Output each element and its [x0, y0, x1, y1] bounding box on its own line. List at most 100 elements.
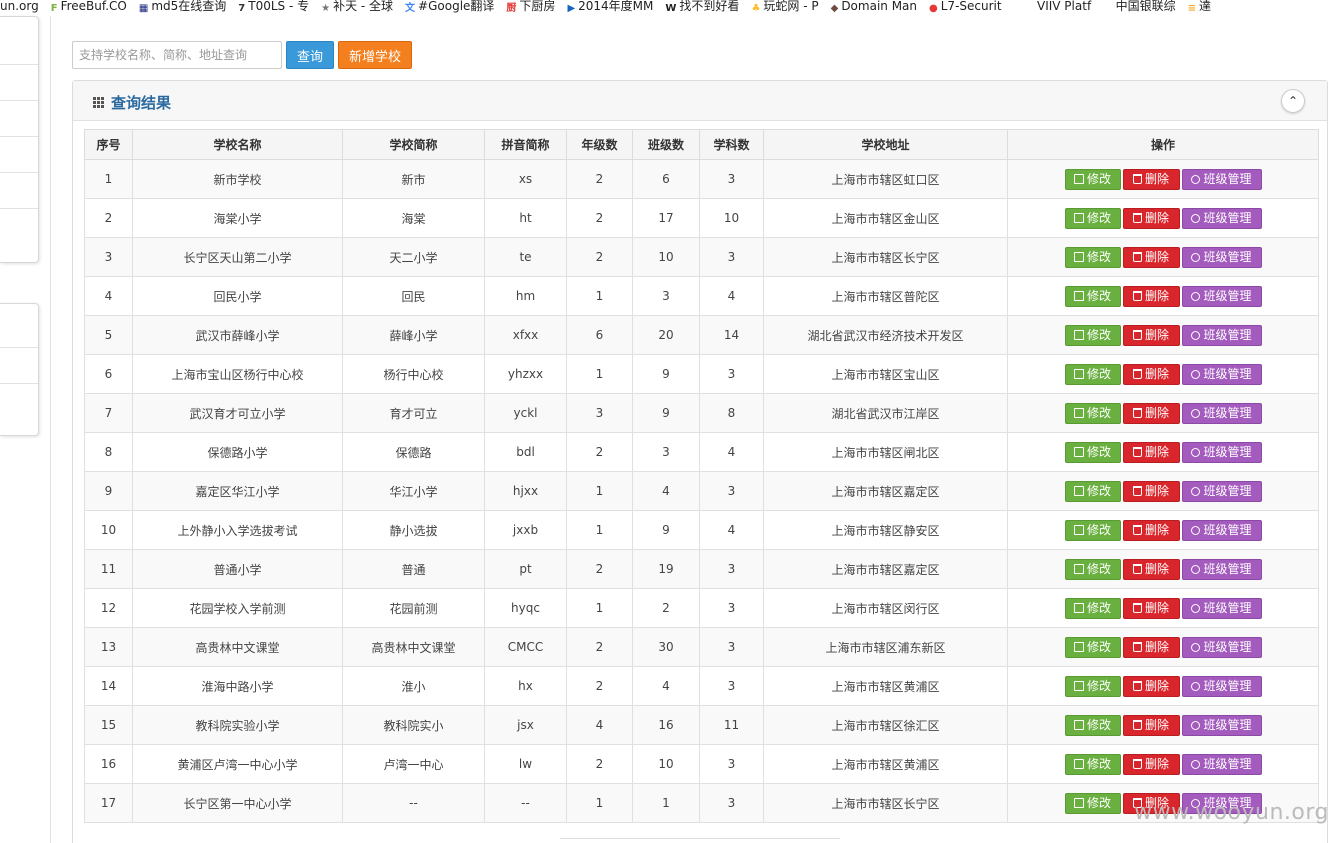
class-manage-button[interactable]: 班级管理	[1181, 714, 1262, 736]
class-manage-button-label: 班级管理	[1203, 249, 1252, 264]
bookmark-label: 2014年度MM	[578, 0, 654, 13]
edit-button[interactable]: 修改	[1064, 246, 1121, 268]
search-icon	[1191, 759, 1201, 769]
edit-button[interactable]: 修改	[1064, 441, 1121, 463]
edit-button[interactable]: 修改	[1064, 792, 1121, 814]
class-count: 3	[632, 432, 700, 472]
class-manage-button[interactable]: 班级管理	[1181, 324, 1262, 346]
delete-button[interactable]: 删除	[1122, 675, 1180, 697]
delete-button[interactable]: 删除	[1122, 597, 1180, 619]
table-row: 6 上海市宝山区杨行中心校 杨行中心校 yhzxx 1 9 3 上海市市辖区宝山区 修改 删除 班级…	[84, 354, 1319, 394]
edit-button[interactable]: 修改	[1064, 480, 1121, 502]
bookmark-item[interactable]: ≡ 達	[1188, 0, 1211, 15]
edit-icon	[1073, 173, 1084, 184]
class-manage-button[interactable]: 班级管理	[1181, 285, 1262, 307]
class-manage-button[interactable]: 班级管理	[1181, 480, 1262, 502]
delete-button[interactable]: 删除	[1122, 285, 1180, 307]
edit-button[interactable]: 修改	[1064, 207, 1121, 229]
table-row: 14 淮海中路小学 淮小 hx 2 4 3 上海市市辖区黄浦区 修改 删除 班级管理	[84, 666, 1319, 706]
bookmark-item[interactable]: W 找不到好看	[665, 0, 739, 15]
delete-button[interactable]: 删除	[1122, 324, 1180, 346]
class-count: 1	[632, 783, 700, 823]
delete-button[interactable]: 删除	[1122, 753, 1180, 775]
bookmark-icon: F	[50, 3, 58, 14]
school-address: 上海市市辖区徐汇区	[763, 705, 1008, 745]
bookmark-item[interactable]: ▦ md5在线查询	[139, 0, 226, 15]
delete-button[interactable]: 删除	[1122, 441, 1180, 463]
delete-button[interactable]: 删除	[1122, 402, 1180, 424]
school-short-name: 卢湾一中心	[342, 744, 485, 784]
edit-button[interactable]: 修改	[1064, 675, 1121, 697]
delete-button[interactable]: 删除	[1122, 636, 1180, 658]
delete-button[interactable]: 删除	[1122, 480, 1180, 502]
bookmark-item[interactable]: ● L7-Securit	[929, 0, 1002, 15]
bookmark-item[interactable]: ▶ 2014年度MM	[567, 0, 653, 15]
class-manage-button-label: 班级管理	[1203, 405, 1252, 420]
class-manage-button[interactable]: 班级管理	[1181, 402, 1262, 424]
trash-icon	[1132, 290, 1142, 301]
bookmark-item[interactable]: F FreeBuf.CO	[51, 0, 127, 15]
edit-button[interactable]: 修改	[1064, 558, 1121, 580]
edit-button[interactable]: 修改	[1064, 597, 1121, 619]
class-manage-button[interactable]: 班级管理	[1181, 558, 1262, 580]
delete-button[interactable]: 删除	[1122, 558, 1180, 580]
add-school-button[interactable]: 新增学校	[338, 41, 412, 69]
class-manage-button[interactable]: 班级管理	[1181, 675, 1262, 697]
bookmark-item[interactable]: 文 #Google翻译	[405, 0, 494, 15]
school-name: 新市学校	[132, 159, 343, 199]
pinyin-abbr: hjxx	[484, 471, 567, 511]
row-index: 12	[84, 588, 133, 628]
edit-button[interactable]: 修改	[1064, 285, 1121, 307]
bookmark-item[interactable]: </> VIIV Platf	[1014, 0, 1092, 15]
delete-button[interactable]: 删除	[1122, 168, 1180, 190]
school-name: 长宁区天山第二小学	[132, 237, 343, 277]
bookmark-icon: ▶	[567, 3, 576, 14]
delete-button[interactable]: 删除	[1122, 363, 1180, 385]
subject-count: 11	[699, 705, 764, 745]
class-count: 16	[632, 705, 700, 745]
bookmark-item[interactable]: 厨下厨房	[506, 0, 555, 15]
class-manage-button-label: 班级管理	[1203, 327, 1252, 342]
pinyin-abbr: lw	[484, 744, 567, 784]
class-manage-button[interactable]: 班级管理	[1181, 597, 1262, 619]
edit-button[interactable]: 修改	[1064, 636, 1121, 658]
class-manage-button[interactable]: 班级管理	[1181, 519, 1262, 541]
bookmark-item[interactable]: ★ 补天 - 全球	[321, 0, 393, 15]
class-manage-button-label: 班级管理	[1203, 561, 1252, 576]
chevron-up-icon[interactable]: ⌃	[1281, 89, 1305, 113]
class-manage-button-label: 班级管理	[1203, 171, 1252, 186]
bookmark-item[interactable]: un.org	[0, 0, 39, 13]
pinyin-abbr: jxxb	[484, 510, 567, 550]
search-icon	[1191, 213, 1201, 223]
edit-button[interactable]: 修改	[1064, 753, 1121, 775]
class-manage-button[interactable]: 班级管理	[1181, 207, 1262, 229]
delete-button[interactable]: 删除	[1122, 714, 1180, 736]
search-input[interactable]	[72, 41, 282, 69]
delete-button[interactable]: 删除	[1122, 207, 1180, 229]
class-manage-button[interactable]: 班级管理	[1181, 363, 1262, 385]
bookmark-item[interactable]: ♣ 玩蛇网 - P	[751, 0, 818, 15]
bookmark-item[interactable]: ▢ 中国银联综	[1103, 0, 1175, 15]
edit-button[interactable]: 修改	[1064, 168, 1121, 190]
class-manage-button[interactable]: 班级管理	[1181, 168, 1262, 190]
edit-button[interactable]: 修改	[1064, 402, 1121, 424]
class-manage-button[interactable]: 班级管理	[1181, 441, 1262, 463]
class-manage-button[interactable]: 班级管理	[1181, 636, 1262, 658]
school-address: 上海市市辖区静安区	[763, 510, 1008, 550]
class-manage-button[interactable]: 班级管理	[1181, 246, 1262, 268]
subject-count: 3	[699, 237, 764, 277]
edit-button[interactable]: 修改	[1064, 324, 1121, 346]
delete-button[interactable]: 删除	[1122, 519, 1180, 541]
query-button[interactable]: 查询	[286, 41, 334, 69]
class-manage-button[interactable]: 班级管理	[1181, 753, 1262, 775]
delete-button[interactable]: 删除	[1122, 246, 1180, 268]
edit-button[interactable]: 修改	[1064, 714, 1121, 736]
bookmark-item[interactable]: ◆ Domain Man	[831, 0, 917, 15]
class-manage-button-label: 班级管理	[1203, 210, 1252, 225]
edit-button[interactable]: 修改	[1064, 519, 1121, 541]
row-index: 7	[84, 393, 133, 433]
pinyin-abbr: ht	[484, 198, 567, 238]
bookmark-item[interactable]: 7 T00LS - 专	[238, 0, 309, 15]
subject-count: 4	[699, 432, 764, 472]
edit-button[interactable]: 修改	[1064, 363, 1121, 385]
